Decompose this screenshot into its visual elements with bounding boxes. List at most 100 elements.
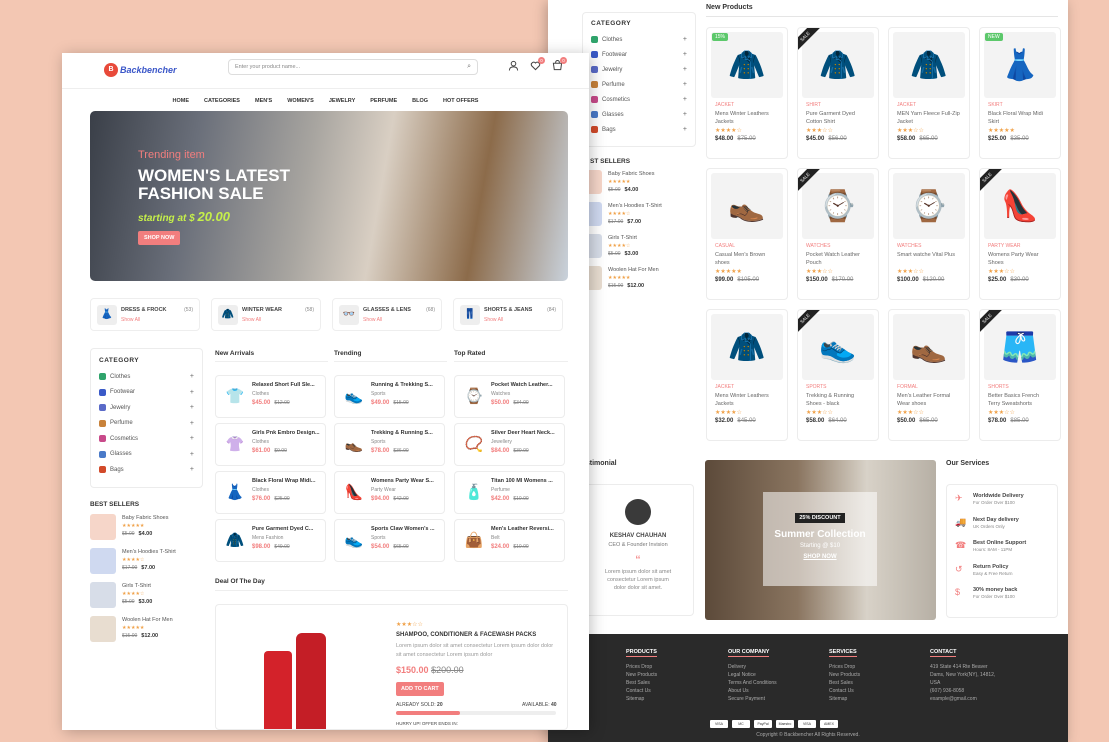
nav-item[interactable]: JEWELRY [329,98,355,104]
cart-icon[interactable]: 0 [552,57,567,74]
plus-icon[interactable]: + [683,126,687,133]
product-item[interactable]: 👕 Relaxed Short Full Sle... Clothes $45.00 $… [215,375,326,418]
footer-link[interactable]: (607) 936-8058 [930,687,995,695]
product-item[interactable]: ⌚ Pocket Watch Leather... Watches $50.00 $34… [454,375,565,418]
product-card[interactable]: ⌚ WATCHES Smart watche Vital Plus ★★★☆☆ $100… [888,168,970,300]
footer-link[interactable]: Legal Notice [728,671,777,679]
footer-link[interactable]: Sitemap [626,695,657,703]
nav-item[interactable]: BLOG [412,98,428,104]
footer-link[interactable]: example@gmail.com [930,695,995,703]
footer-link[interactable]: Prices Drop [829,663,860,671]
product-item[interactable]: 👜 Men's Leather Reversi... Belt $24.00 $10.0… [454,519,565,562]
plus-icon[interactable]: + [190,451,194,458]
logo[interactable]: B Backbencher [104,59,177,81]
add-to-cart-button[interactable]: ADD TO CART [396,682,444,696]
product-item[interactable]: 👟 Sports Claw Women's ... Sports $54.00 $65.… [334,519,445,562]
user-icon[interactable] [508,60,519,74]
plus-icon[interactable]: + [683,51,687,58]
plus-icon[interactable]: + [683,96,687,103]
product-card[interactable]: 🧥 SALE SHIRT Pure Garment Dyed Cotton Shirt… [797,27,879,159]
product-card[interactable]: 🧥 15% JACKET Mens Winter Leathers Jackets ★★… [706,27,788,159]
product-card[interactable]: 👗 NEW SKIRT Black Floral Wrap Midi Skirt ★★★… [979,27,1061,159]
best-seller-item[interactable]: Girls T-Shirt ★★★★☆ $5.00 $3.00 [90,582,203,616]
category-item[interactable]: Cosmetics + [99,431,194,447]
product-card[interactable]: 🩳 SALE SHORTS Better Basics French Terry Sw… [979,309,1061,441]
product-card[interactable]: 👞 FORMAL Men's Leather Formal Wear shoes ★★… [888,309,970,441]
category-item[interactable]: Perfume + [99,416,194,432]
category-box[interactable]: 👗 DRESS & FROCK (53) Show All [90,298,200,331]
best-seller-item[interactable]: Girls T-Shirt ★★★★☆ $5.00 $3.00 [582,234,702,266]
nav-item[interactable]: WOMEN'S [287,98,314,104]
footer-link[interactable]: Best Sales [626,679,657,687]
plus-icon[interactable]: + [190,389,194,396]
best-seller-item[interactable]: Baby Fabric Shoes ★★★★★ $5.00 $4.00 [582,170,702,202]
category-item[interactable]: Bags + [591,122,687,137]
plus-icon[interactable]: + [683,66,687,73]
show-all-link[interactable]: Show All [363,317,382,323]
category-item[interactable]: Perfume + [591,77,687,92]
product-card[interactable]: 👞 CASUAL Casual Men's Brown shoes ★★★★★ $99.… [706,168,788,300]
footer-link[interactable]: Prices Drop [626,663,657,671]
footer-link[interactable]: Best Sales [829,679,860,687]
nav-item[interactable]: HOT OFFERS [443,98,478,104]
category-box[interactable]: 👖 SHORTS & JEANS (84) Show All [453,298,563,331]
category-item[interactable]: Clothes + [99,369,194,385]
plus-icon[interactable]: + [683,111,687,118]
plus-icon[interactable]: + [190,420,194,427]
summer-collection-banner[interactable]: 25% DISCOUNT Summer Collection Starting … [705,460,936,620]
product-card[interactable]: 👠 SALE PARTY WEAR Womens Party Wear Shoes ★★… [979,168,1061,300]
nav-item[interactable]: PERFUME [370,98,397,104]
search-icon[interactable]: ⌕ [467,63,471,71]
category-item[interactable]: Glasses + [99,447,194,463]
best-seller-item[interactable]: Woolen Hat For Men ★★★★★ $15.00 $12.00 [90,616,203,650]
nav-item[interactable]: CATEGORIES [204,98,240,104]
footer-link[interactable]: Terms And Conditions [728,679,777,687]
product-card[interactable]: 🧥 JACKET Mens Winter Leathers Jackets ★★★★☆… [706,309,788,441]
category-box[interactable]: 👓 GLASSES & LENS (68) Show All [332,298,442,331]
footer-link[interactable]: Contact Us [829,687,860,695]
footer-link[interactable]: USA [930,679,995,687]
show-all-link[interactable]: Show All [242,317,261,323]
nav-item[interactable]: MEN'S [255,98,272,104]
plus-icon[interactable]: + [190,466,194,473]
nav-item[interactable]: HOME [173,98,190,104]
show-all-link[interactable]: Show All [484,317,503,323]
product-item[interactable]: 👠 Womens Party Wear S... Party Wear $94.00 $… [334,471,445,514]
plus-icon[interactable]: + [190,435,194,442]
heart-icon[interactable]: 0 [530,57,545,74]
product-item[interactable]: 👗 Black Floral Wrap Midi... Clothes $76.00 $… [215,471,326,514]
product-item[interactable]: 👞 Trekking & Running S... Sports $78.00 $36.… [334,423,445,466]
product-item[interactable]: 👚 Girls Pnk Embro Design... Clothes $61.00 $… [215,423,326,466]
show-all-link[interactable]: Show All [121,317,140,323]
product-card[interactable]: ⌚ SALE WATCHES Pocket Watch Leather Pouch ★★… [797,168,879,300]
footer-link[interactable]: Dams, New York(NY), 14812, [930,671,995,679]
footer-link[interactable]: Secure Payment [728,695,777,703]
best-seller-item[interactable]: Men's Hoodies T-Shirt ★★★★☆ $17.00 $7.00 [90,548,203,582]
shop-now-button[interactable]: SHOP NOW [763,554,877,560]
footer-link[interactable]: Sitemap [829,695,860,703]
product-item[interactable]: 👟 Running & Trekking S... Sports $49.00 $15.… [334,375,445,418]
footer-link[interactable]: Delivery [728,663,777,671]
product-item[interactable]: 🧥 Pure Garment Dyed C... Mens Fashion $98.0… [215,519,326,562]
footer-link[interactable]: Contact Us [626,687,657,695]
category-item[interactable]: Footwear + [591,47,687,62]
plus-icon[interactable]: + [190,404,194,411]
category-box[interactable]: 🧥 WINTER WEAR (58) Show All [211,298,321,331]
product-card[interactable]: 🧥 JACKET MEN Yarn Fleece Full-Zip Jacket ★★… [888,27,970,159]
plus-icon[interactable]: + [683,81,687,88]
category-item[interactable]: Glasses + [591,107,687,122]
best-seller-item[interactable]: Men's Hoodies T-Shirt ★★★★☆ $17.00 $7.00 [582,202,702,234]
best-seller-item[interactable]: Woolen Hat For Men ★★★★★ $15.00 $12.00 [582,266,702,298]
shop-now-button[interactable]: SHOP NOW [138,231,181,245]
category-item[interactable]: Footwear + [99,385,194,401]
footer-link[interactable]: New Products [829,671,860,679]
footer-link[interactable]: 419 State 414 Rte Beaver [930,663,995,671]
category-item[interactable]: Bags + [99,462,194,478]
category-item[interactable]: Jewelry + [99,400,194,416]
category-item[interactable]: Jewelry + [591,62,687,77]
product-item[interactable]: 🧴 Titan 100 Ml Womens ... Perfume $42.00 $10… [454,471,565,514]
category-item[interactable]: Clothes + [591,32,687,47]
footer-link[interactable]: New Products [626,671,657,679]
search-input[interactable]: Enter your product name... ⌕ [228,59,478,75]
best-seller-item[interactable]: Baby Fabric Shoes ★★★★★ $5.00 $4.00 [90,514,203,548]
